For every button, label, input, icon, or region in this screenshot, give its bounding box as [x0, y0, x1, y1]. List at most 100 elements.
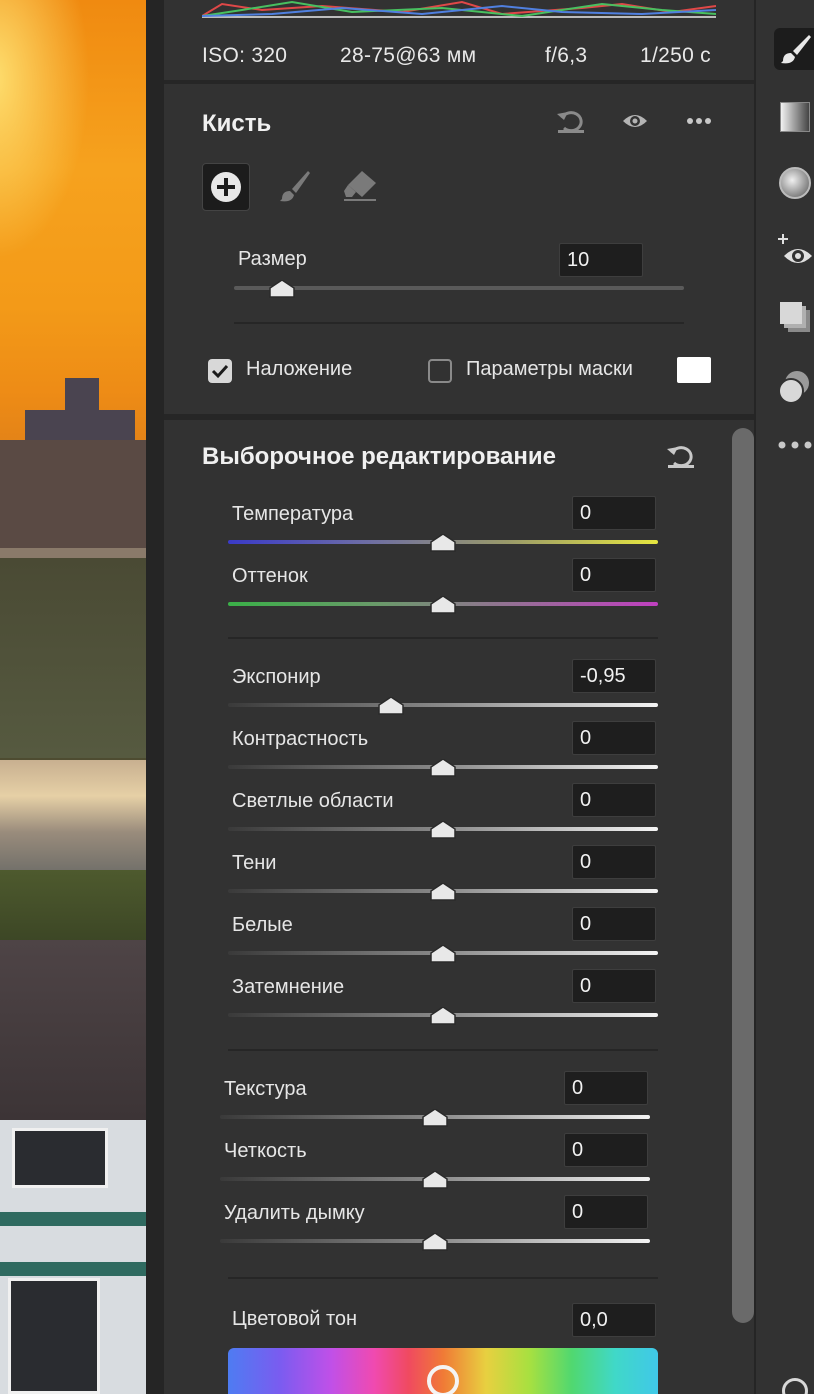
brush-divider [234, 322, 684, 324]
brush-add-button[interactable] [202, 163, 250, 211]
meta-shutter: 1/250 с [640, 44, 711, 67]
selective-reset-icon[interactable] [664, 440, 698, 472]
eraser-icon [344, 171, 376, 201]
slider-thumb[interactable] [430, 1006, 456, 1025]
edit-panel: ISO: 320 28-75@63 мм f/6,3 1/250 с Кисть… [164, 0, 754, 1394]
linear-gradient-button[interactable] [774, 96, 814, 138]
selective-title: Выборочное редактирование [202, 443, 556, 470]
mask-color-swatch[interactable] [677, 357, 711, 383]
slider-value-input[interactable] [572, 558, 656, 592]
slider-value-input[interactable] [572, 659, 656, 693]
slider-label: Белые [232, 914, 293, 936]
photo-river [0, 760, 146, 880]
size-input[interactable] [559, 243, 643, 277]
zoom-button[interactable] [774, 1370, 814, 1394]
panel-scrollbar[interactable] [732, 428, 754, 1323]
slider-label: Удалить дымку [224, 1202, 365, 1224]
slider-value-input[interactable] [572, 783, 656, 817]
meta-aperture: f/6,3 [545, 44, 588, 67]
layers-button[interactable] [774, 296, 814, 338]
linear-gradient-icon [780, 102, 810, 132]
photo-preview[interactable] [0, 0, 146, 1394]
section-separator [164, 80, 754, 84]
photo-city [0, 440, 146, 550]
brush-paint-button[interactable] [274, 166, 314, 206]
slider-thumb[interactable] [422, 1108, 448, 1127]
slider-label: Экспонир [232, 666, 321, 688]
slider-label: Температура [232, 503, 354, 525]
brush-tool-button[interactable] [774, 28, 814, 70]
slider-thumb[interactable] [378, 696, 405, 715]
meta-iso: ISO: 320 [202, 44, 288, 67]
slider-label: Текстура [224, 1078, 307, 1100]
radial-gradient-icon [779, 167, 811, 199]
slider-track[interactable] [228, 703, 658, 707]
zoom-icon [782, 1378, 808, 1394]
photo-roof [0, 940, 146, 1120]
slider-thumb[interactable] [422, 1170, 448, 1189]
slider-thumb[interactable] [430, 758, 456, 777]
reset-icon[interactable] [554, 106, 588, 136]
hue-knob[interactable] [427, 1365, 459, 1394]
slider-value-input[interactable] [564, 1195, 648, 1229]
checkmark-icon [211, 364, 229, 379]
photo-hills [0, 558, 146, 758]
radial-gradient-button[interactable] [774, 162, 814, 204]
slider-label: Четкость [224, 1140, 307, 1162]
photo-sun-glow [0, 0, 90, 260]
photo-window [8, 1278, 100, 1394]
slider-label: Затемнение [232, 976, 345, 998]
photo-bridge [0, 548, 146, 558]
more-options-icon[interactable] [682, 106, 716, 136]
slider-label: Контрастность [232, 728, 369, 750]
section-separator [164, 414, 754, 420]
more-tools-button[interactable] [774, 424, 814, 466]
slider-label: Светлые области [232, 790, 394, 812]
overlay-checkbox[interactable] [208, 359, 232, 383]
masks-icon [778, 371, 809, 404]
slider-label: Тени [232, 852, 277, 874]
slider-thumb[interactable] [430, 820, 456, 839]
eye-icon[interactable] [618, 106, 652, 136]
photo-trees [0, 870, 146, 950]
hue-color-bar[interactable] [228, 1348, 658, 1394]
photo-trim [0, 1212, 146, 1226]
size-slider-track[interactable] [234, 286, 684, 290]
tool-strip [754, 0, 814, 1394]
hue-input[interactable] [572, 1303, 656, 1337]
slider-thumb[interactable] [422, 1232, 448, 1251]
slider-value-input[interactable] [564, 1133, 648, 1167]
panel-divider[interactable] [146, 0, 164, 1394]
group-divider [228, 1049, 658, 1051]
slider-label: Оттенок [232, 565, 308, 587]
size-slider-thumb[interactable] [269, 279, 295, 298]
slider-thumb[interactable] [430, 944, 456, 963]
histogram [202, 0, 716, 18]
slider-value-input[interactable] [572, 907, 656, 941]
group-divider [228, 1277, 658, 1279]
masks-button[interactable] [774, 366, 814, 408]
mask-options-label: Параметры маски [466, 358, 633, 380]
slider-value-input[interactable] [572, 721, 656, 755]
photo-trim [0, 1262, 146, 1276]
brush-tool-icon [781, 35, 811, 64]
slider-thumb[interactable] [430, 882, 456, 901]
slider-thumb[interactable] [430, 533, 456, 552]
slider-thumb[interactable] [430, 595, 456, 614]
mask-options-checkbox[interactable] [428, 359, 452, 383]
group-divider [228, 637, 658, 639]
hue-label: Цветовой тон [232, 1308, 358, 1330]
photo-window [12, 1128, 108, 1188]
brush-erase-button[interactable] [340, 166, 380, 206]
slider-value-input[interactable] [572, 845, 656, 879]
red-eye-button[interactable] [774, 230, 814, 272]
brush-title: Кисть [202, 110, 272, 137]
slider-value-input[interactable] [564, 1071, 648, 1105]
overlay-label: Наложение [246, 358, 353, 380]
red-eye-icon [778, 234, 812, 263]
brush-icon [280, 171, 310, 202]
slider-value-input[interactable] [572, 496, 656, 530]
more-tools-icon [778, 441, 812, 449]
plus-circle-icon [211, 172, 241, 202]
slider-value-input[interactable] [572, 969, 656, 1003]
